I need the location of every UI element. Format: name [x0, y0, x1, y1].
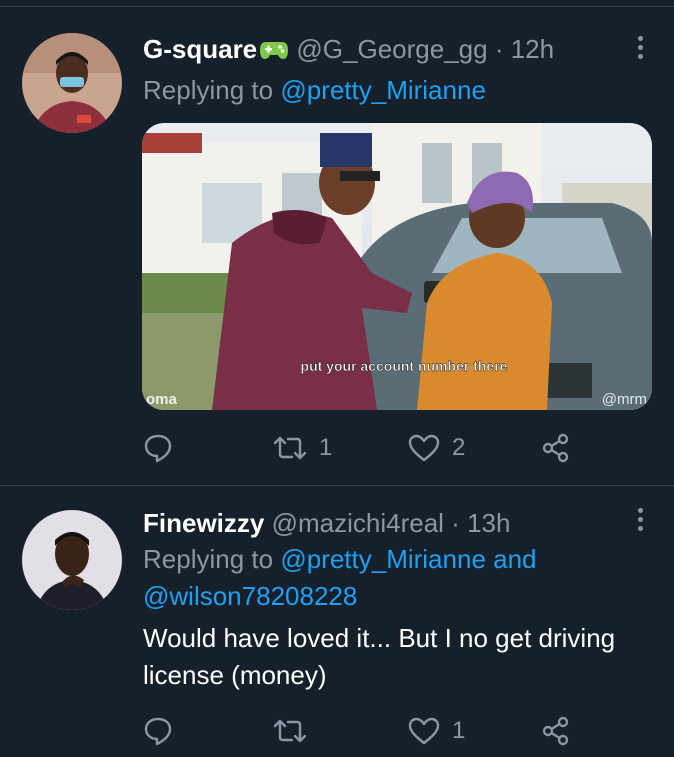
- replying-prefix: Replying to: [143, 75, 274, 105]
- reply-icon: [143, 716, 173, 746]
- reply-button[interactable]: [143, 430, 185, 466]
- heart-icon: [408, 716, 440, 746]
- like-button[interactable]: 2: [408, 430, 465, 466]
- heart-icon: [408, 433, 440, 463]
- tweet-text: Would have loved it... But I no get driv…: [143, 620, 658, 694]
- user-handle[interactable]: @G_George_gg: [296, 34, 487, 64]
- timestamp[interactable]: 13h: [467, 508, 510, 538]
- replying-to: Replying to @pretty_Mirianne and @wilson…: [143, 541, 537, 615]
- tweet-header: Finewizzy @mazichi4real · 13h: [143, 507, 510, 539]
- share-button[interactable]: [541, 713, 571, 749]
- more-options-icon[interactable]: [638, 36, 644, 63]
- replying-to: Replying to @pretty_Mirianne: [143, 72, 486, 109]
- tweet-actions: 1 2: [143, 430, 583, 466]
- like-count: 2: [452, 434, 466, 461]
- replying-prefix: Replying to: [143, 544, 274, 574]
- reply-icon: [143, 433, 173, 463]
- timestamp[interactable]: 12h: [511, 34, 554, 64]
- share-icon: [541, 716, 571, 746]
- top-divider: [0, 6, 674, 7]
- user-handle[interactable]: @mazichi4real: [272, 508, 444, 538]
- tweet[interactable]: Finewizzy @mazichi4real · 13h Replying t…: [0, 486, 674, 757]
- watermark-left: oma: [146, 391, 178, 408]
- tweet-text-line: license (money): [143, 660, 327, 690]
- mention-link[interactable]: @pretty_Mirianne and: [280, 544, 536, 574]
- mention-link[interactable]: @pretty_Mirianne: [280, 75, 486, 105]
- retweet-button[interactable]: [273, 713, 319, 749]
- mention-link-2[interactable]: @wilson78208228: [143, 581, 357, 611]
- like-count: 1: [452, 717, 466, 744]
- tweet-text-line: Would have loved it... But I no get driv…: [143, 623, 616, 653]
- retweet-icon: [273, 433, 307, 463]
- gamepad-icon: [259, 36, 289, 68]
- reply-button[interactable]: [143, 713, 185, 749]
- watermark-right: @mrm: [602, 391, 647, 408]
- more-options-icon[interactable]: [638, 508, 644, 535]
- tweet[interactable]: G-square @G_George_gg · 12h Replying to …: [0, 20, 674, 484]
- avatar[interactable]: [22, 510, 122, 610]
- display-name[interactable]: G-square: [143, 34, 257, 64]
- avatar[interactable]: [22, 33, 122, 133]
- retweet-icon: [273, 716, 307, 746]
- separator-dot: ·: [451, 508, 460, 538]
- share-button[interactable]: [541, 430, 571, 466]
- like-button[interactable]: 1: [408, 713, 465, 749]
- share-icon: [541, 433, 571, 463]
- tweet-media[interactable]: oma @mrm put your account number there: [142, 123, 652, 410]
- tweet-header: G-square @G_George_gg · 12h: [143, 33, 554, 68]
- tweet-actions: 1: [143, 713, 583, 749]
- retweet-count: 1: [319, 434, 333, 461]
- video-caption: put your account number there: [301, 358, 508, 374]
- retweet-button[interactable]: 1: [273, 430, 332, 466]
- display-name[interactable]: Finewizzy: [143, 508, 264, 538]
- separator-dot: ·: [494, 34, 504, 64]
